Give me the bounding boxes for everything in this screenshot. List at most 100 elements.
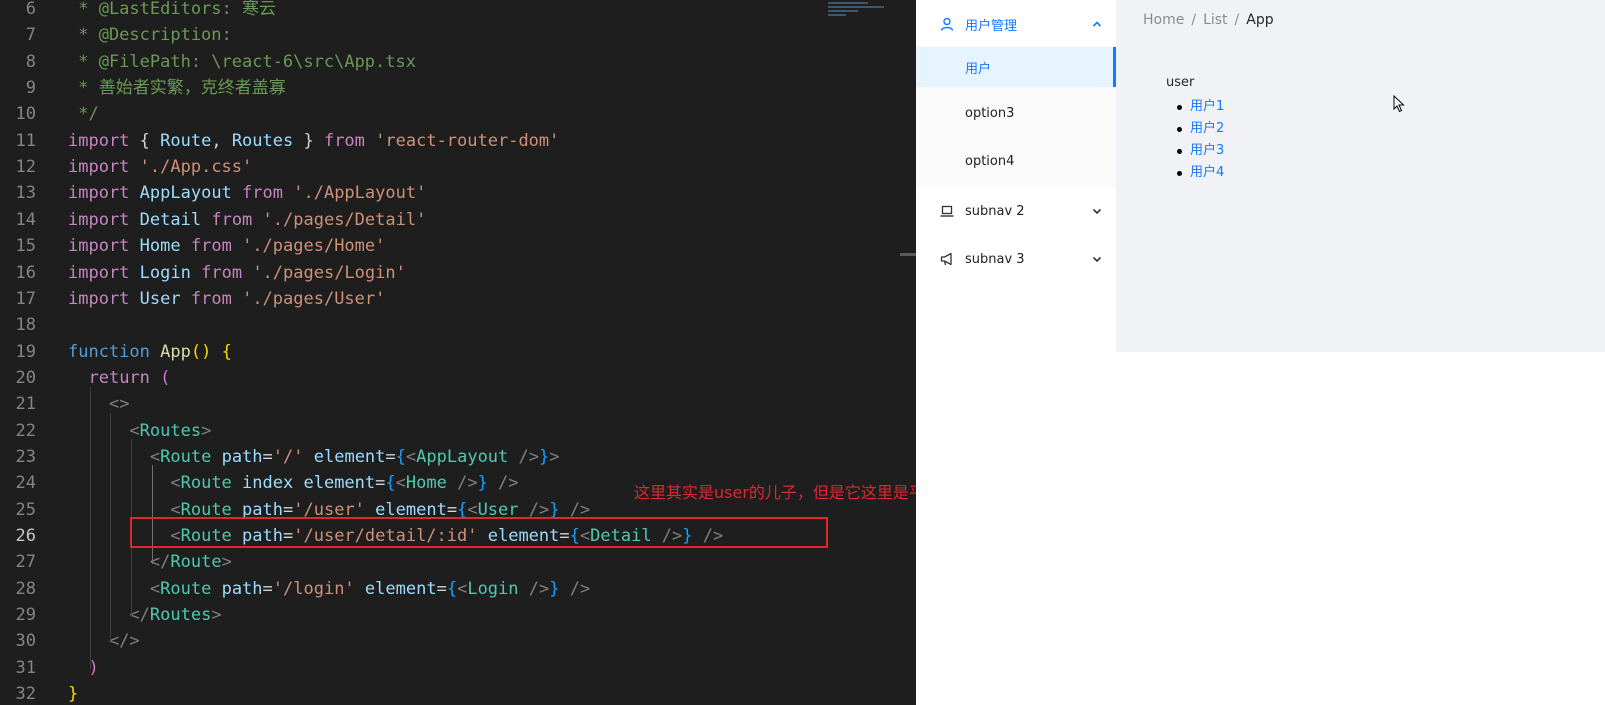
code-line[interactable]: 32} [0, 681, 916, 705]
editor-scrollbar[interactable] [900, 253, 916, 256]
submenu-user-management[interactable]: 用户管理 [916, 0, 1116, 48]
code-token: * @Description: [68, 25, 232, 46]
line-number: 28 [15, 578, 36, 599]
code-token: import [68, 183, 130, 204]
code-token: /> [508, 446, 539, 467]
user-link-2[interactable]: 用户2 [1190, 121, 1224, 136]
code-token: from [201, 262, 243, 283]
user-link-4[interactable]: 用户4 [1190, 165, 1224, 180]
code-token: Routes [231, 130, 294, 151]
submenu-label: subnav 3 [965, 251, 1025, 267]
menu-item-label: option4 [965, 154, 1015, 169]
code-line[interactable]: 10 */ [0, 101, 916, 127]
code-line[interactable]: 6 * @LastEditors: 寒云 [0, 0, 916, 22]
code-token: from [242, 183, 283, 204]
code-line[interactable]: 19 function App() { [0, 339, 916, 365]
line-number: 19 [15, 341, 36, 362]
code-line[interactable]: 18 [0, 312, 916, 338]
laptop-icon [940, 205, 954, 217]
code-line[interactable]: 27 </Route> [0, 549, 916, 575]
breadcrumb-item-home[interactable]: Home [1143, 12, 1184, 28]
code-line[interactable]: 20 return ( [0, 365, 916, 391]
line-number: 9 [25, 78, 36, 99]
code-line[interactable]: 15 import Home from './pages/Home' [0, 233, 916, 259]
code-token: User [139, 288, 181, 309]
line-number: 21 [15, 394, 36, 415]
code-token: /> [518, 578, 550, 599]
code-token: } [293, 130, 324, 151]
code-line[interactable]: 31 ) [0, 655, 916, 681]
code-token: = [436, 578, 447, 599]
menu-item-label: 用户 [965, 62, 992, 77]
code-token: Login [467, 578, 519, 599]
code-line[interactable]: 22 <Routes> [0, 418, 916, 444]
code-text: import Login from './pages/Login' [68, 260, 406, 286]
code-text: import User from './pages/User' [68, 286, 385, 312]
user-link-3[interactable]: 用户3 [1190, 143, 1224, 158]
code-token: = [385, 446, 396, 467]
line-number: 13 [15, 183, 36, 204]
code-line[interactable]: 28 <Route path='/login' element={<Login … [0, 576, 916, 602]
line-number: 27 [15, 552, 36, 573]
code-line[interactable]: 13 import AppLayout from './AppLayout' [0, 180, 916, 206]
code-token: Home [139, 236, 181, 257]
submenu-subnav-2[interactable]: subnav 2 [916, 187, 1116, 235]
code-token: import [68, 209, 130, 230]
code-text: import AppLayout from './AppLayout' [68, 180, 426, 206]
line-number: 25 [15, 499, 36, 520]
code-editor[interactable]: 6 * @LastEditors: 寒云 7 * @Description: 8 *… [0, 0, 916, 705]
menu-item-label: option3 [965, 106, 1015, 121]
code-token: Route [170, 552, 222, 573]
submenu-subnav-3[interactable]: subnav 3 [916, 235, 1116, 283]
code-token: import [68, 236, 130, 257]
code-token: './App.css' [139, 157, 253, 178]
code-line[interactable]: 12 import './App.css' [0, 154, 916, 180]
code-token: { [446, 578, 458, 599]
line-number: 12 [15, 157, 36, 178]
code-token: > [211, 605, 222, 626]
menu-item-user[interactable]: 用户 [916, 47, 1116, 87]
annotation-note: 这里其实是user的儿子，但是它这里是平级写的 [634, 483, 916, 502]
code-line[interactable]: 16 import Login from './pages/Login' [0, 260, 916, 286]
code-token: './pages/User' [242, 288, 386, 309]
code-text: import './App.css' [68, 154, 252, 180]
code-line[interactable]: 21 <> [0, 391, 916, 417]
code-token: './pages/Login' [252, 262, 406, 283]
line-number: 23 [15, 446, 36, 467]
code-text: ) [68, 655, 98, 681]
code-token: /> [559, 578, 591, 599]
minimap[interactable] [828, 0, 892, 22]
code-line[interactable]: 14 import Detail from './pages/Detail' [0, 207, 916, 233]
code-text: function App() { [68, 339, 232, 365]
code-token: Routes [139, 420, 202, 441]
code-token: import [68, 262, 130, 283]
code-line[interactable]: 7 * @Description: [0, 22, 916, 48]
code-line[interactable]: 30 </> [0, 628, 916, 654]
code-line[interactable]: 29 </Routes> [0, 602, 916, 628]
code-text: import Home from './pages/Home' [68, 233, 385, 259]
code-text: * @Description: [68, 22, 232, 48]
code-text: } [68, 681, 78, 705]
code-text: import Detail from './pages/Detail' [68, 207, 426, 233]
code-text: import { Route, Routes } from 'react-rou… [68, 128, 559, 154]
breadcrumb-item-list[interactable]: List [1203, 12, 1227, 28]
menu-item-option3[interactable]: option3 [916, 95, 1116, 135]
code-line[interactable]: 8 * @FilePath: \react-6\src\App.tsx [0, 49, 916, 75]
menu-item-option4[interactable]: option4 [916, 143, 1116, 183]
code-line[interactable]: 11 import { Route, Routes } from 'react-r… [0, 128, 916, 154]
chevron-down-icon [1092, 208, 1102, 215]
code-token: * 善始者实繁，克终者盖寡 [68, 78, 286, 99]
code-line[interactable]: 23 <Route path='/' element={<AppLayout /… [0, 444, 916, 470]
code-line[interactable]: 17 import User from './pages/User' [0, 286, 916, 312]
code-line[interactable]: 9 * 善始者实繁，克终者盖寡 [0, 75, 916, 101]
user-link-1[interactable]: 用户1 [1190, 99, 1224, 114]
